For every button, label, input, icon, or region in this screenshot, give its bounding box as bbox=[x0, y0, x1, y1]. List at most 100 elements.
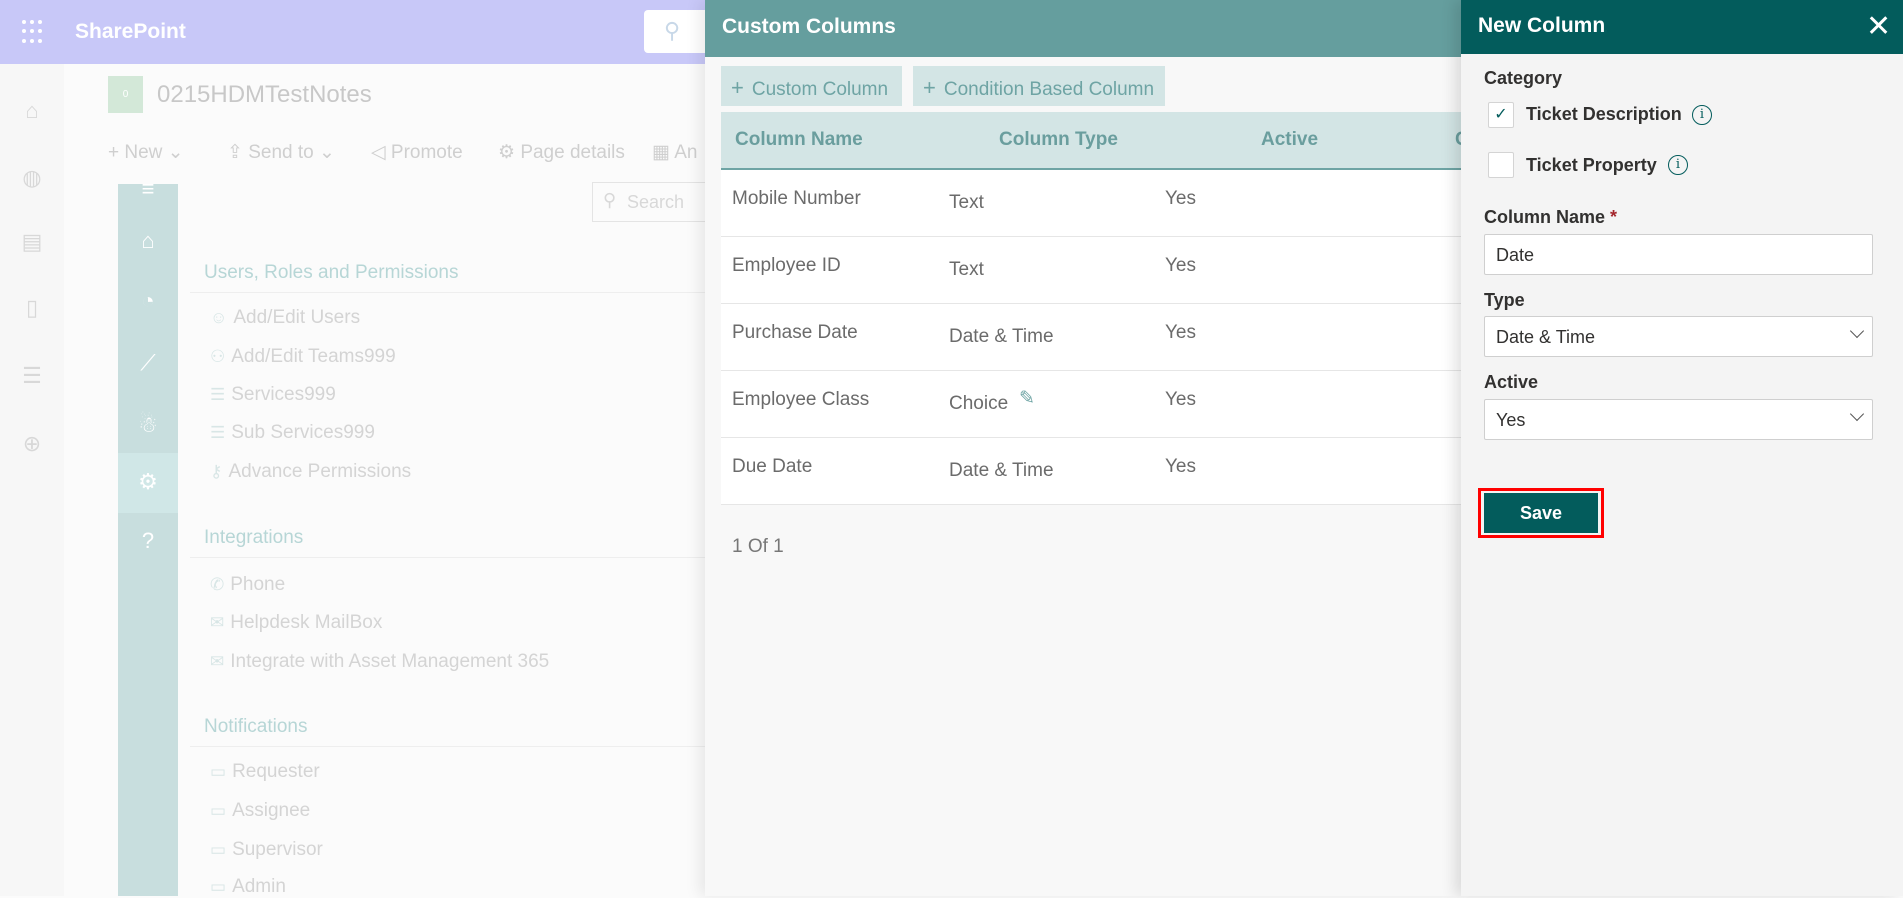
required-mark: * bbox=[1610, 207, 1618, 227]
link-phone[interactable]: ✆ Phone bbox=[210, 574, 285, 596]
button-label: Custom Column bbox=[751, 79, 889, 100]
item-label: Helpdesk MailBox bbox=[230, 612, 383, 633]
analytics-label: An bbox=[674, 142, 698, 163]
cell-active: Yes bbox=[1165, 322, 1196, 343]
active-dropdown[interactable]: Yes bbox=[1484, 399, 1873, 440]
link-requester[interactable]: ▭ Requester bbox=[210, 761, 320, 783]
item-label: Advance Permissions bbox=[228, 461, 412, 482]
content-search-input[interactable]: ⚲ Search bbox=[592, 182, 712, 222]
item-label: Phone bbox=[230, 574, 286, 595]
promote-label: Promote bbox=[390, 142, 463, 163]
menu-icon[interactable]: ≡ bbox=[118, 176, 178, 202]
header-column-type[interactable]: Column Type bbox=[999, 129, 1118, 151]
globe-icon[interactable]: ◍ bbox=[18, 165, 46, 193]
promote-button[interactable]: ◁ Promote bbox=[371, 141, 463, 164]
cell-column-type: Choice bbox=[949, 393, 1009, 414]
item-label: Supervisor bbox=[232, 839, 323, 860]
header-column-name[interactable]: Column Name bbox=[735, 129, 863, 151]
label-text: Column Name bbox=[1484, 207, 1606, 227]
add-icon[interactable]: ⊕ bbox=[18, 431, 46, 459]
link-add-edit-users[interactable]: ☺ Add/Edit Users bbox=[210, 307, 360, 329]
table-row[interactable]: Employee ClassChoiceYesT✎ bbox=[721, 371, 1473, 438]
cell-column-name: Employee Class bbox=[732, 389, 870, 410]
section-title: Notifications bbox=[204, 716, 308, 737]
search-icon: ⚲ bbox=[664, 18, 681, 43]
chart-icon[interactable]: ⟋ bbox=[118, 350, 178, 376]
page-details-button[interactable]: ⚙ Page details bbox=[498, 141, 625, 164]
ticket-description-checkbox[interactable]: ✓ bbox=[1488, 102, 1514, 128]
link-services[interactable]: ☰ Services999 bbox=[210, 384, 336, 406]
site-title[interactable]: 0215HDMTestNotes bbox=[157, 81, 372, 109]
save-button[interactable]: Save bbox=[1484, 493, 1598, 533]
phone-icon: ✆ bbox=[210, 575, 225, 594]
custom-columns-panel: Custom Columns + Custom Column + Condition… bbox=[705, 0, 1473, 896]
category-label: Category bbox=[1484, 68, 1563, 88]
analytics-button[interactable]: ▦ An bbox=[652, 141, 697, 164]
link-add-edit-teams[interactable]: ⚇ Add/Edit Teams999 bbox=[210, 346, 396, 368]
divider bbox=[190, 746, 710, 747]
close-icon[interactable]: ✕ bbox=[1866, 9, 1891, 44]
cell-column-type: Text bbox=[949, 259, 984, 280]
home-icon[interactable]: ⌂ bbox=[118, 228, 178, 254]
column-name-input[interactable]: Date bbox=[1484, 234, 1873, 275]
panel-header: New Column ✕ bbox=[1461, 0, 1903, 54]
link-assignee[interactable]: ▭ Assignee bbox=[210, 800, 310, 822]
search-icon: ⚲ bbox=[603, 190, 617, 210]
home-icon[interactable]: ⌂ bbox=[18, 98, 46, 126]
ticket-property-label: Ticket Property bbox=[1526, 155, 1657, 175]
send-to-button[interactable]: ⇪ Send to ⌄ bbox=[227, 141, 335, 164]
mail-settings-icon: ✉ bbox=[210, 652, 225, 671]
selected-value: Yes bbox=[1496, 410, 1526, 430]
link-sub-services[interactable]: ☰ Sub Services999 bbox=[210, 422, 375, 444]
app-launcher-icon[interactable] bbox=[22, 20, 46, 44]
cell-column-type: Text bbox=[949, 192, 984, 213]
cell-column-type: Date & Time bbox=[949, 460, 1054, 481]
comment-alert-icon: ▭ bbox=[210, 877, 227, 896]
panel-header: Custom Columns bbox=[705, 0, 1461, 57]
chevron-down-icon bbox=[1849, 323, 1865, 339]
table-row[interactable]: Due DateDate & TimeYesT bbox=[721, 438, 1473, 505]
help-icon[interactable]: ? bbox=[118, 528, 178, 554]
input-value: Date bbox=[1496, 245, 1535, 265]
gear-icon: ⚙ bbox=[138, 469, 158, 494]
settings-nav-item[interactable]: ⚙ bbox=[118, 453, 178, 513]
users-icon[interactable]: ☃ bbox=[118, 412, 178, 438]
check-icon: ✓ bbox=[1494, 106, 1508, 123]
table-row[interactable]: Employee IDTextYesT bbox=[721, 237, 1473, 304]
mail-icon: ✉ bbox=[210, 613, 225, 632]
link-asset-management[interactable]: ✉ Integrate with Asset Management 365 bbox=[210, 651, 549, 673]
comment-alert-icon: ▭ bbox=[210, 762, 227, 781]
news-icon[interactable]: ▤ bbox=[18, 229, 46, 257]
cell-active: Yes bbox=[1165, 188, 1196, 209]
edit-pencil-icon[interactable]: ✎ bbox=[1019, 387, 1035, 410]
item-label: Sub Services999 bbox=[231, 422, 375, 443]
left-rail: ⌂ ◍ ▤ ▯ ☰ ⊕ bbox=[0, 64, 64, 896]
list-icon[interactable]: ☰ bbox=[18, 363, 46, 391]
new-column-panel: New Column ✕ Category ✓ Ticket Descripti… bbox=[1461, 0, 1903, 896]
link-supervisor[interactable]: ▭ Supervisor bbox=[210, 839, 323, 861]
table-row[interactable]: Mobile NumberTextYesT bbox=[721, 170, 1473, 237]
table-row[interactable]: Purchase DateDate & TimeYesT bbox=[721, 304, 1473, 371]
add-custom-column-button[interactable]: + Custom Column bbox=[721, 66, 902, 106]
type-dropdown[interactable]: Date & Time bbox=[1484, 316, 1873, 357]
info-icon[interactable]: i bbox=[1692, 105, 1712, 125]
cell-column-name: Employee ID bbox=[732, 255, 841, 276]
item-label: Add/Edit Teams999 bbox=[231, 346, 396, 367]
link-admin[interactable]: ▭ Admin bbox=[210, 876, 286, 898]
new-button[interactable]: + New ⌄ bbox=[108, 141, 184, 164]
add-condition-column-button[interactable]: + Condition Based Column bbox=[913, 66, 1165, 106]
cell-column-name: Due Date bbox=[732, 456, 813, 477]
header-active[interactable]: Active bbox=[1261, 129, 1318, 151]
new-label: New bbox=[124, 142, 163, 163]
sharepoint-title[interactable]: SharePoint bbox=[75, 20, 186, 44]
link-helpdesk-mailbox[interactable]: ✉ Helpdesk MailBox bbox=[210, 612, 382, 634]
section-title: Users, Roles and Permissions bbox=[204, 262, 459, 283]
ticket-property-checkbox[interactable] bbox=[1488, 152, 1514, 178]
dashboard-icon[interactable]: ◔ bbox=[118, 288, 178, 314]
file-icon[interactable]: ▯ bbox=[18, 295, 46, 323]
divider bbox=[190, 292, 710, 293]
link-advance-permissions[interactable]: ⚷ Advance Permissions bbox=[210, 461, 411, 483]
key-icon: ⚷ bbox=[210, 462, 223, 481]
users-icon: ☺ bbox=[210, 308, 228, 327]
info-icon[interactable]: i bbox=[1668, 155, 1688, 175]
